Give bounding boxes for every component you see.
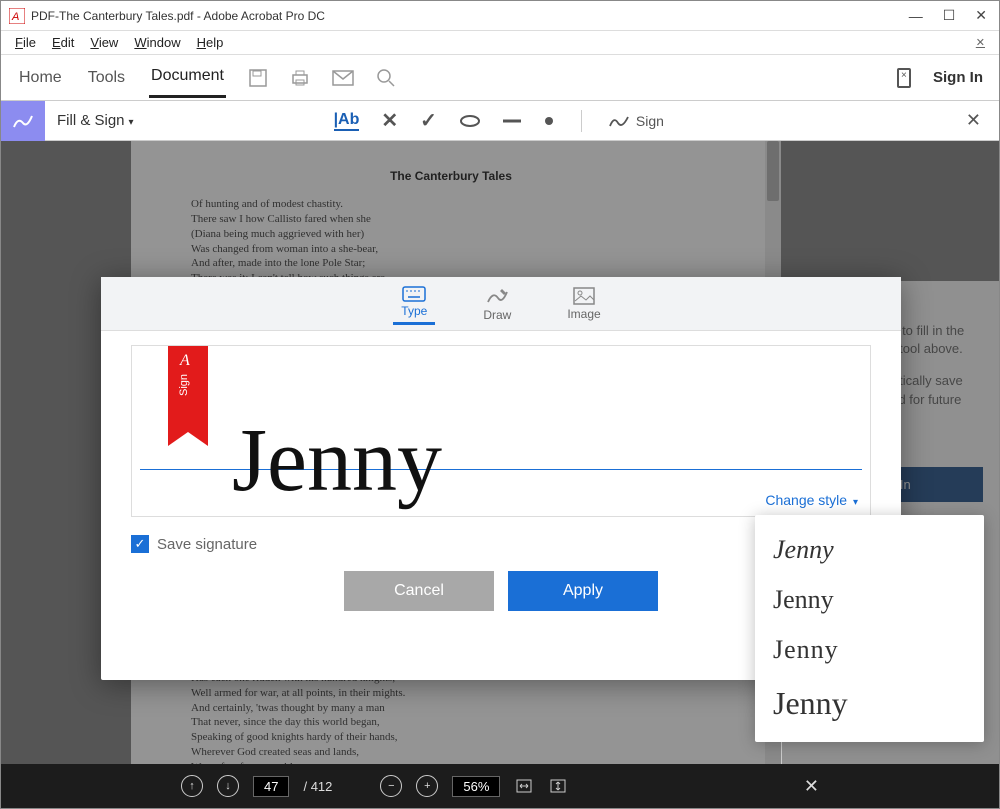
fill-sign-toolbar: Fill & Sign▾ |Ab ✕ ✓ Sign ✕ (1, 101, 999, 141)
doc-close-icon[interactable]: ✕ (970, 36, 991, 49)
page-number-input[interactable]: 47 (253, 776, 289, 797)
zoom-in-icon[interactable]: + (416, 775, 438, 797)
nav-home[interactable]: Home (17, 59, 64, 97)
style-option-4[interactable]: Jenny (755, 675, 984, 732)
close-fillsign-icon[interactable]: ✕ (966, 110, 981, 131)
print-icon[interactable] (290, 68, 310, 88)
fill-sign-icon (1, 101, 45, 141)
image-icon (573, 287, 595, 305)
signature-text-input[interactable]: Jenny (232, 416, 442, 506)
tool-text[interactable]: |Ab (334, 111, 360, 131)
signature-style-dropdown: Jenny Jenny Jenny Jenny (755, 515, 984, 742)
zoom-level-input[interactable]: 56% (452, 776, 500, 797)
tool-oval[interactable] (459, 114, 481, 128)
tab-type[interactable]: Type (393, 282, 435, 325)
style-option-2[interactable]: Jenny (755, 575, 984, 625)
change-style-link[interactable]: Change style ▾ (765, 492, 858, 508)
menu-window[interactable]: Window (128, 35, 186, 50)
fit-page-icon[interactable] (548, 776, 568, 796)
search-icon[interactable] (376, 68, 396, 88)
main-toolbar: Home Tools Document Sign In (1, 55, 999, 101)
page-total: / 412 (303, 779, 332, 794)
nav-document[interactable]: Document (149, 57, 226, 98)
svg-text:A: A (11, 11, 19, 23)
tool-check[interactable]: ✓ (420, 108, 437, 133)
keyboard-icon (402, 286, 426, 302)
apply-button[interactable]: Apply (508, 571, 658, 611)
tool-dot[interactable] (543, 115, 555, 127)
save-signature-label[interactable]: Save signature (157, 536, 257, 553)
menu-file[interactable]: File (9, 35, 42, 50)
maximize-button[interactable]: ☐ (943, 7, 956, 24)
menu-bar: File Edit View Window Help ✕ (1, 31, 999, 55)
save-signature-checkbox[interactable]: ✓ (131, 535, 149, 553)
menu-help[interactable]: Help (191, 35, 230, 50)
tab-image[interactable]: Image (559, 283, 608, 325)
zoom-out-icon[interactable]: − (380, 775, 402, 797)
sign-in-link[interactable]: Sign In (933, 69, 983, 86)
style-option-3[interactable]: Jenny (755, 625, 984, 675)
draw-icon (485, 286, 509, 306)
cancel-button[interactable]: Cancel (344, 571, 494, 611)
bottombar-close-icon[interactable]: ✕ (804, 776, 819, 797)
window-titlebar: A PDF-The Canterbury Tales.pdf - Adobe A… (1, 1, 999, 31)
tool-x[interactable]: ✕ (381, 108, 398, 133)
scrollbar-thumb[interactable] (767, 141, 779, 201)
minimize-button[interactable]: — (909, 8, 923, 24)
signature-preview-box: А Sign Jenny Change style ▾ (131, 345, 871, 517)
close-window-button[interactable]: ✕ (975, 7, 987, 24)
page-up-icon[interactable]: ↑ (181, 775, 203, 797)
tab-draw[interactable]: Draw (475, 282, 519, 326)
style-option-1[interactable]: Jenny (755, 525, 984, 575)
window-title: PDF-The Canterbury Tales.pdf - Adobe Acr… (31, 9, 909, 23)
doc-title: The Canterbury Tales (191, 169, 711, 183)
tool-sign[interactable]: Sign (608, 112, 664, 130)
app-icon: A (9, 8, 25, 24)
tool-line[interactable] (503, 119, 521, 123)
menu-view[interactable]: View (84, 35, 124, 50)
ribbon-label: Sign (178, 374, 190, 396)
doc-body-bottom: Has each one ridden with his hundred kni… (191, 671, 711, 775)
page-down-icon[interactable]: ↓ (217, 775, 239, 797)
mail-icon[interactable] (332, 70, 354, 86)
nav-tools[interactable]: Tools (86, 59, 127, 97)
separator (581, 110, 582, 132)
fill-sign-dropdown[interactable]: Fill & Sign▾ (57, 112, 134, 129)
fit-width-icon[interactable] (514, 776, 534, 796)
page-controls-toolbar: ↑ ↓ 47 / 412 − + 56% ✕ (1, 764, 999, 808)
menu-edit[interactable]: Edit (46, 35, 80, 50)
save-icon[interactable] (248, 68, 268, 88)
mobile-link-icon[interactable] (897, 68, 911, 88)
adobe-logo-icon: А (180, 352, 190, 370)
